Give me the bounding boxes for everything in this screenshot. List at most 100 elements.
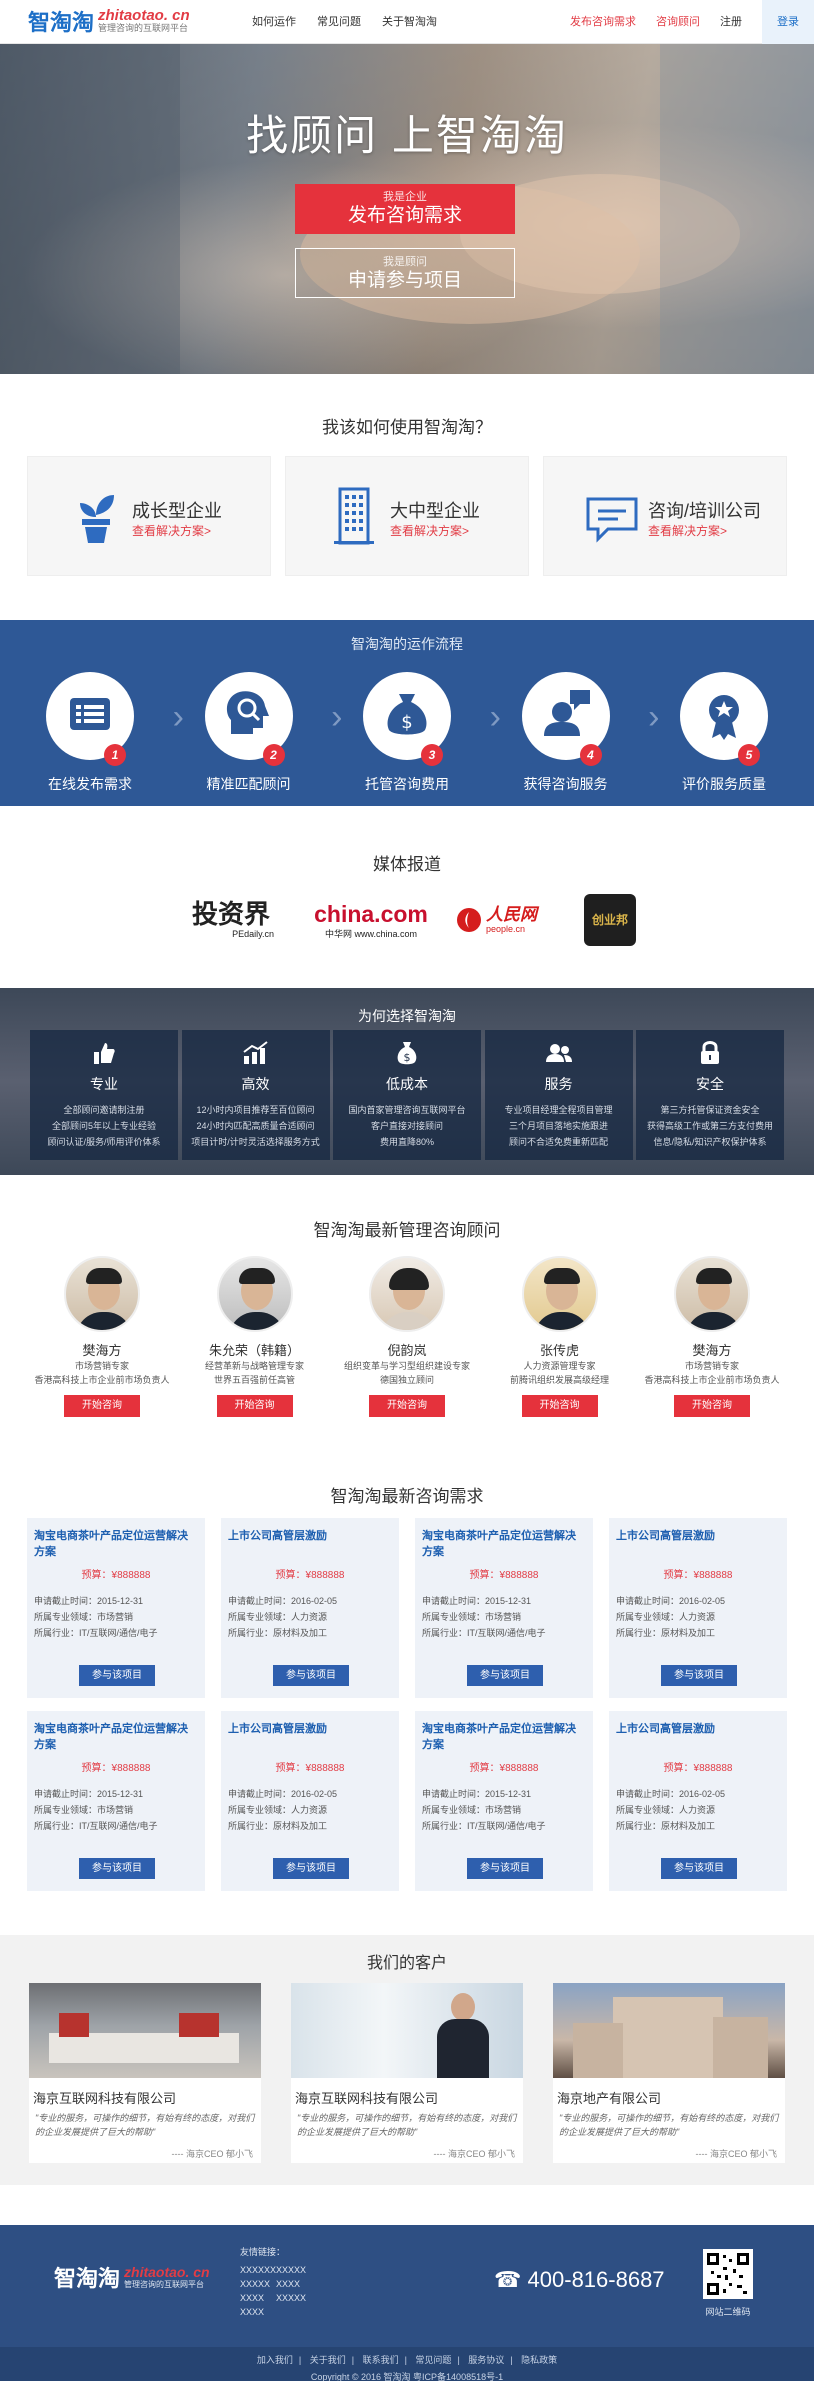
chuangyebang-logo[interactable]: 创业邦 <box>584 894 636 946</box>
post-demand-button[interactable]: 我是企业 发布咨询需求 <box>295 184 515 234</box>
start-consult-button[interactable]: 开始咨询 <box>521 1395 598 1417</box>
demand-title[interactable]: 淘宝电商茶叶产品定位运营解决方案 <box>422 1721 586 1753</box>
nav-about[interactable]: 关于智淘淘 <box>382 0 437 44</box>
why-card: $ 低成本 国内首家管理咨询互联网平台 客户直接对接顾问 费用直降80% <box>333 1030 481 1160</box>
solution-link[interactable]: 查看解决方案> <box>648 522 727 539</box>
friend-link[interactable]: XXXXX <box>276 2263 312 2277</box>
avatar[interactable] <box>64 1256 140 1332</box>
client-card[interactable]: 海京互联网科技有限公司 "专业的服务，可操作的细节，有始有终的态度，对我们的企业… <box>291 1983 523 2163</box>
businessman-photo <box>291 1983 523 2078</box>
main-nav: 如何运作 常见问题 关于智淘淘 <box>252 0 458 44</box>
pedaily-logo[interactable]: 投资界 PEdaily.cn <box>176 901 286 939</box>
demand-card: 淘宝电商茶叶产品定位运营解决方案 预算：¥888888 申请截止时间：2015-12… <box>27 1518 205 1698</box>
footer-link[interactable]: 联系我们 <box>363 2355 399 2365</box>
avatar[interactable] <box>216 1256 293 1332</box>
post-demand-link[interactable]: 发布咨询需求 <box>570 0 636 44</box>
friend-link[interactable]: XXXXX <box>276 2291 312 2305</box>
china-com-logo[interactable]: china.com 中华网 www.china.com <box>306 901 436 940</box>
people-emblem-icon <box>457 908 481 932</box>
money-bag-icon: $ <box>397 1042 417 1065</box>
solution-link[interactable]: 查看解决方案> <box>390 522 469 539</box>
join-project-button[interactable]: 参与该项目 <box>273 1858 349 1879</box>
footer-link[interactable]: 加入我们 <box>257 2355 293 2365</box>
usage-card-large[interactable]: 大中型企业 查看解决方案> <box>285 456 529 576</box>
client-card[interactable]: 海京地产有限公司 "专业的服务，可操作的细节，有始有终的态度，对我们的企业发展提… <box>553 1983 785 2163</box>
register-link[interactable]: 注册 <box>720 0 742 44</box>
demand-card: 上市公司高管层激励 预算：¥888888 申请截止时间：2016-02-05 所属专业… <box>609 1711 787 1891</box>
logo-url: zhitaotao. cn <box>98 7 190 24</box>
clients-section: 我们的客户 海京互联网科技有限公司 "专业的服务，可操作的细节，有始有终的态度，… <box>0 1935 814 2185</box>
why-card: 专业 全部顾问邀请制注册 全部顾问5年以上专业经验 顾问认证/服务/师用评价体系 <box>30 1030 178 1160</box>
demand-card: 上市公司高管层激励 预算：¥888888 申请截止时间：2016-02-05 所属专业… <box>221 1711 399 1891</box>
join-project-button[interactable]: 参与该项目 <box>661 1665 737 1686</box>
usage-title: 我该如何使用智淘淘？ <box>322 418 492 437</box>
demand-title[interactable]: 淘宝电商茶叶产品定位运营解决方案 <box>34 1721 198 1753</box>
process-section: 智淘淘的运作流程 1 在线发布需求 › 2 精准匹配顾问 › $ 3 托管咨询费… <box>0 620 814 806</box>
process-step: $ 3 托管咨询费用 › <box>347 672 501 794</box>
demands-title: 智淘淘最新咨询需求 <box>330 1487 484 1506</box>
demand-title[interactable]: 上市公司高管层激励 <box>228 1528 392 1560</box>
client-card[interactable]: 海京互联网科技有限公司 "专业的服务，可操作的细节，有始有终的态度，对我们的企业… <box>29 1983 261 2163</box>
start-consult-button[interactable]: 开始咨询 <box>64 1395 140 1417</box>
consultants-title: 智淘淘最新管理咨询顾问 <box>313 1221 501 1240</box>
demand-title[interactable]: 淘宝电商茶叶产品定位运营解决方案 <box>422 1528 586 1560</box>
join-project-button[interactable]: 参与该项目 <box>467 1858 543 1879</box>
demand-title[interactable]: 上市公司高管层激励 <box>616 1528 780 1560</box>
usage-cards: 成长型企业 查看解决方案> 大中型企业 查看解决方案> 咨询/培训公司 查看解决… <box>27 456 787 576</box>
process-title: 智淘淘的运作流程 <box>351 636 463 652</box>
nav-faq[interactable]: 常见问题 <box>317 0 361 44</box>
join-project-button[interactable]: 参与该项目 <box>273 1665 349 1686</box>
people-cn-logo[interactable]: 人民网 people.cn <box>456 906 566 934</box>
join-project-button[interactable]: 参与该项目 <box>661 1858 737 1879</box>
start-consult-button[interactable]: 开始咨询 <box>216 1395 293 1417</box>
process-step: 5 评价服务质量 <box>664 672 784 794</box>
footer-link[interactable]: 服务协议 <box>468 2355 504 2365</box>
demand-title[interactable]: 上市公司高管层激励 <box>616 1721 780 1753</box>
friend-link[interactable]: XXXXXX <box>240 2263 276 2277</box>
friend-link[interactable]: XXXXX <box>240 2277 276 2291</box>
friend-link[interactable]: XXXX <box>240 2291 276 2305</box>
footer-link[interactable]: 关于我们 <box>310 2355 346 2365</box>
demand-card: 淘宝电商茶叶产品定位运营解决方案 预算：¥888888 申请截止时间：2015-12… <box>415 1711 593 1891</box>
login-button[interactable]: 登录 <box>762 0 814 44</box>
chevron-right-icon: › <box>648 698 660 736</box>
process-step: 2 精准匹配顾问 › <box>189 672 343 794</box>
avatar[interactable] <box>369 1256 445 1332</box>
join-project-button[interactable]: 参与该项目 <box>467 1665 543 1686</box>
friend-link[interactable]: XXXX <box>240 2305 276 2319</box>
site-logo[interactable]: 智淘淘 zhitaotao. cn 管理咨询的互联网平台 <box>28 5 190 37</box>
solution-link[interactable]: 查看解决方案> <box>132 522 211 539</box>
qr-code <box>703 2249 753 2299</box>
usage-card-growth[interactable]: 成长型企业 查看解决方案> <box>27 456 271 576</box>
consultant-card: 朱允荣（韩籍） 经营革新与战略管理专家 世界五百强前任高管 开始咨询 <box>180 1256 330 1417</box>
start-consult-button[interactable]: 开始咨询 <box>674 1395 750 1417</box>
footer-logo[interactable]: 智淘淘 zhitaotao. cn 管理咨询的互联网平台 <box>54 2261 210 2293</box>
nav-how-it-works[interactable]: 如何运作 <box>252 0 296 44</box>
footer-link[interactable]: 隐私政策 <box>521 2355 557 2365</box>
process-step: 1 在线发布需求 › <box>30 672 184 794</box>
svg-text:$: $ <box>401 712 412 733</box>
hotline: ☎ 400-816-8687 <box>494 2267 665 2292</box>
footer-link[interactable]: 常见问题 <box>415 2355 451 2365</box>
chevron-right-icon: › <box>489 698 501 736</box>
avatar[interactable] <box>674 1256 750 1332</box>
demand-title[interactable]: 上市公司高管层激励 <box>228 1721 392 1753</box>
thumb-up-icon <box>94 1043 115 1064</box>
friend-link[interactable]: XXXX <box>276 2277 312 2291</box>
join-project-button[interactable]: 参与该项目 <box>79 1858 155 1879</box>
demand-title[interactable]: 淘宝电商茶叶产品定位运营解决方案 <box>34 1528 198 1560</box>
avatar[interactable] <box>521 1256 598 1332</box>
consultant-link[interactable]: 咨询顾问 <box>656 0 700 44</box>
usage-card-consulting[interactable]: 咨询/培训公司 查看解决方案> <box>543 456 787 576</box>
lock-icon <box>701 1041 719 1064</box>
qr-code-icon <box>707 2253 749 2295</box>
consultant-card: 张传虎 人力资源管理专家 前腾讯组织发展高级经理 开始咨询 <box>485 1256 635 1417</box>
media-section: 媒体报道 投资界 PEdaily.cn china.com 中华网 www.ch… <box>0 806 814 988</box>
start-consult-button[interactable]: 开始咨询 <box>369 1395 445 1417</box>
logo-slogan: 管理咨询的互联网平台 <box>98 23 189 33</box>
demand-grid: 淘宝电商茶叶产品定位运营解决方案 预算：¥888888 申请截止时间：2015-12… <box>27 1518 787 1891</box>
svg-text:$: $ <box>404 1051 411 1064</box>
apply-project-button[interactable]: 我是顾问 申请参与项目 <box>295 248 515 298</box>
join-project-button[interactable]: 参与该项目 <box>79 1665 155 1686</box>
chat-bubble-icon <box>586 497 638 543</box>
